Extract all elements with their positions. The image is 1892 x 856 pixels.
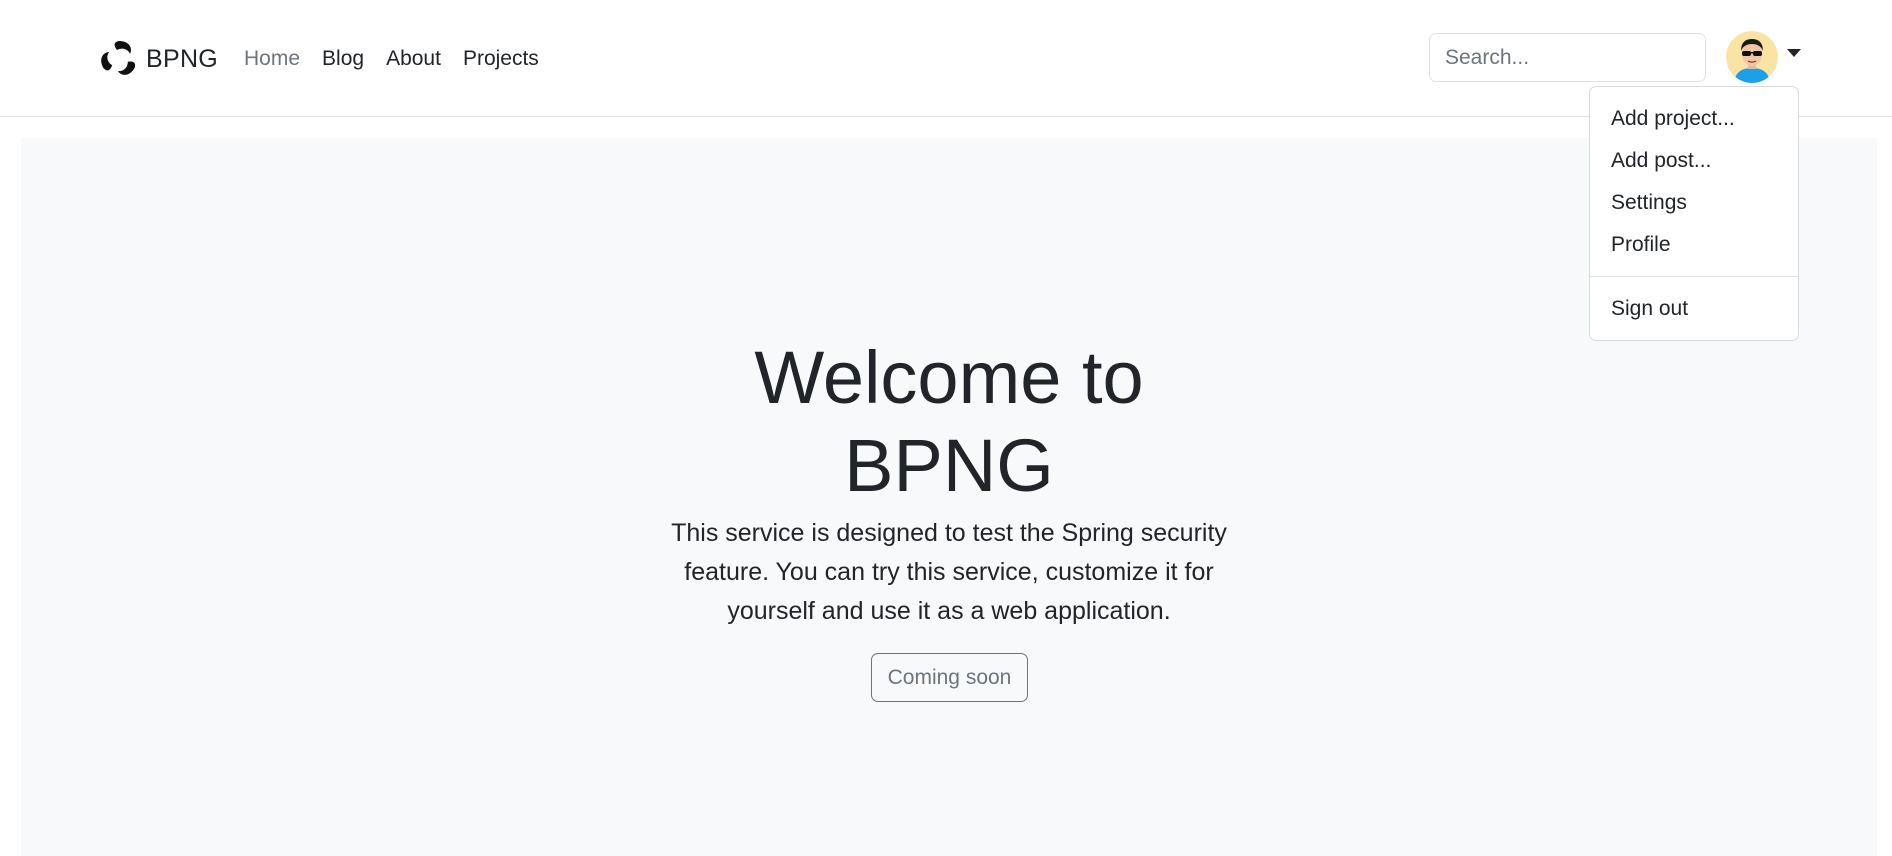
menu-item-add-project[interactable]: Add project... [1590,99,1798,139]
user-dropdown-menu: Add project... Add post... Settings Prof… [1589,86,1799,341]
user-avatar-icon [1726,31,1778,83]
nav-projects[interactable]: Projects [452,47,550,71]
user-menu-toggle[interactable] [1726,31,1801,83]
caret-down-icon [1787,49,1801,57]
hero-description: This service is designed to test the Spr… [671,519,1227,625]
brand-name: BPNG [146,44,219,73]
brand-link[interactable]: BPNG [99,36,218,82]
nav-blog[interactable]: Blog [311,47,375,71]
hero-title: Welcome to BPNG [754,336,1144,507]
site-header: BPNG Home Blog About Projects Add projec… [0,0,1892,341]
menu-divider [1590,276,1798,277]
menu-item-add-post[interactable]: Add post... [1590,141,1798,181]
main-nav: Home Blog About Projects [233,38,550,80]
search-input[interactable] [1429,33,1706,82]
menu-item-profile[interactable]: Profile [1590,225,1798,265]
nav-home[interactable]: Home [233,47,311,71]
menu-item-sign-out[interactable]: Sign out [1590,289,1798,329]
coming-soon-button[interactable]: Coming soon [871,653,1028,702]
swirl-logo-icon [101,41,136,75]
nav-about[interactable]: About [375,47,452,71]
menu-item-settings[interactable]: Settings [1590,183,1798,223]
